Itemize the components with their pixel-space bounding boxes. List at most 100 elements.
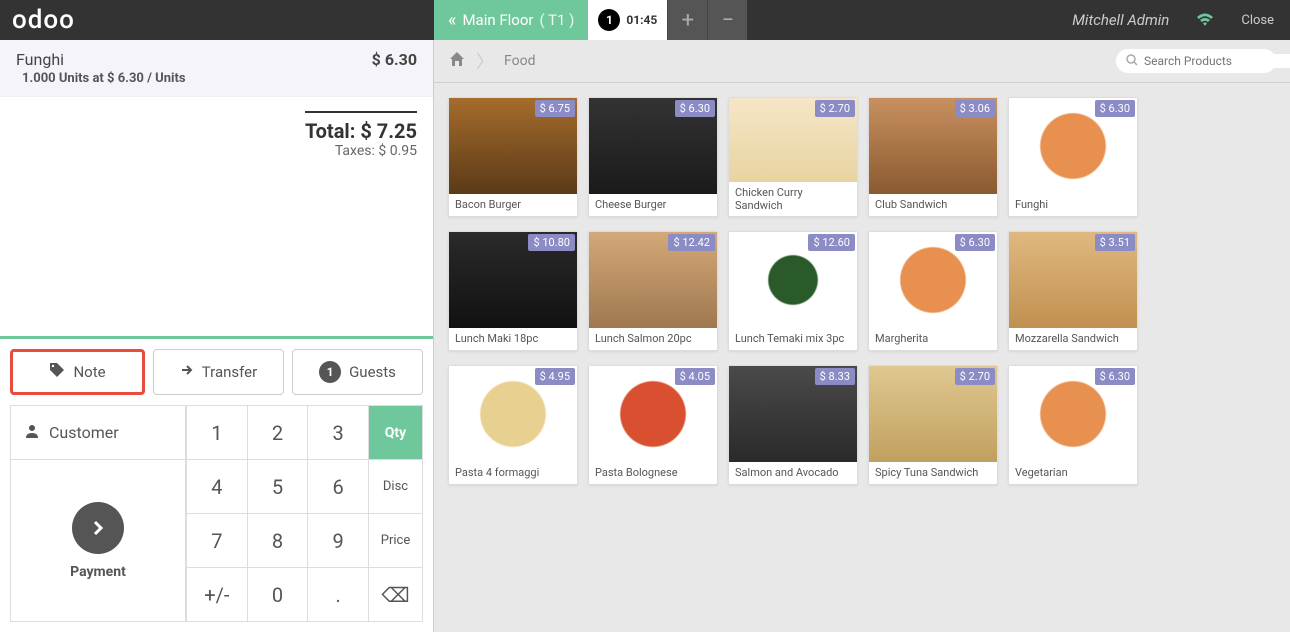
customer-button[interactable]: Customer [11, 406, 185, 460]
numkey-9[interactable]: 9 [308, 514, 369, 568]
breadcrumb-category[interactable]: Food [504, 53, 535, 69]
product-name: Margherita [869, 328, 997, 350]
numkey-5[interactable]: 5 [248, 460, 309, 514]
numkey-6[interactable]: 6 [308, 460, 369, 514]
product-card[interactable]: $ 12.42 Lunch Salmon 20pc [588, 231, 718, 351]
numkey-dot[interactable]: . [308, 568, 369, 622]
product-image: $ 6.30 [1009, 98, 1137, 194]
product-card[interactable]: $ 6.30 Margherita [868, 231, 998, 351]
product-name: Mozzarella Sandwich [1009, 328, 1137, 350]
guests-button[interactable]: 1 Guests [292, 349, 423, 395]
product-name: Pasta 4 formaggi [449, 462, 577, 484]
product-card[interactable]: $ 4.05 Pasta Bolognese [588, 365, 718, 485]
order-item-qty: 1.000 Units at $ 6.30 / Units [16, 71, 417, 86]
remove-order-button[interactable]: − [707, 0, 747, 40]
price-tag: $ 6.30 [955, 234, 995, 251]
order-item-price: $ 6.30 [372, 50, 417, 69]
product-image: $ 3.51 [1009, 232, 1137, 328]
tax-line: Taxes: $ 0.95 [305, 143, 417, 159]
price-tag: $ 4.05 [675, 368, 715, 385]
product-card[interactable]: $ 3.06Club Sandwich [868, 97, 998, 217]
price-tag: $ 8.33 [815, 368, 855, 385]
order-panel: Funghi $ 6.30 1.000 Units at $ 6.30 / Un… [0, 40, 434, 632]
product-card[interactable]: $ 6.30 Funghi [1008, 97, 1138, 217]
price-tag: $ 12.42 [668, 234, 715, 251]
product-name: Salmon and Avocado [729, 462, 857, 484]
product-name: Lunch Salmon 20pc [589, 328, 717, 350]
numkey-backspace[interactable]: ⌫ [369, 568, 423, 622]
note-button[interactable]: Note [10, 349, 145, 395]
product-image: $ 6.75 [449, 98, 577, 194]
home-icon[interactable] [448, 50, 466, 73]
order-spacer [0, 173, 433, 339]
arrow-right-icon [180, 363, 194, 381]
product-card[interactable]: $ 10.80Lunch Maki 18pc [448, 231, 578, 351]
mode-disc[interactable]: Disc [369, 460, 423, 514]
product-card[interactable]: $ 3.51Mozzarella Sandwich [1008, 231, 1138, 351]
chevron-right-icon [72, 502, 124, 554]
guests-count: 1 [319, 361, 341, 383]
transfer-button[interactable]: Transfer [153, 349, 284, 395]
product-card[interactable]: $ 8.33 Salmon and Avocado [728, 365, 858, 485]
numkey-pm[interactable]: +/- [187, 568, 248, 622]
product-name: Club Sandwich [869, 194, 997, 216]
product-card[interactable]: $ 6.30Cheese Burger [588, 97, 718, 217]
mode-price[interactable]: Price [369, 514, 423, 568]
price-tag: $ 6.75 [535, 100, 575, 117]
wifi-icon [1185, 0, 1225, 40]
products-grid: $ 6.75Bacon Burger$ 6.30Cheese Burger$ 2… [434, 83, 1290, 632]
order-totals: Total: $ 7.25 Taxes: $ 0.95 [0, 97, 433, 173]
user-name[interactable]: Mitchell Admin [1056, 0, 1185, 40]
product-name: Spicy Tuna Sandwich [869, 462, 997, 484]
mode-qty[interactable]: Qty [369, 406, 423, 460]
numkey-8[interactable]: 8 [248, 514, 309, 568]
numkey-3[interactable]: 3 [308, 406, 369, 460]
search-input[interactable] [1144, 54, 1290, 68]
search-box[interactable]: ✕ [1116, 49, 1276, 73]
product-name: Pasta Bolognese [589, 462, 717, 484]
order-line[interactable]: Funghi $ 6.30 1.000 Units at $ 6.30 / Un… [0, 40, 433, 97]
payment-button[interactable]: Payment [11, 460, 185, 621]
product-name: Bacon Burger [449, 194, 577, 216]
breadcrumb-sep: 〉 [476, 48, 494, 74]
chevron-left-icon: « [448, 10, 456, 31]
floor-tab[interactable]: « Main Floor ( T1 ) [434, 0, 588, 40]
product-card[interactable]: $ 2.70Spicy Tuna Sandwich [868, 365, 998, 485]
product-card[interactable]: $ 6.75 Bacon Burger [448, 97, 578, 217]
product-name: Cheese Burger [589, 194, 717, 216]
total-line: Total: $ 7.25 [305, 119, 417, 143]
product-image: $ 6.30 [1009, 366, 1137, 462]
price-tag: $ 6.30 [1095, 368, 1135, 385]
product-image: $ 2.70 [869, 366, 997, 462]
numkey-0[interactable]: 0 [248, 568, 309, 622]
product-name: Vegetarian [1009, 462, 1137, 484]
topbar-spacer [118, 0, 434, 40]
numpad: 1 2 3 Qty 4 5 6 Disc 7 8 9 Price +/- 0 .… [186, 405, 423, 622]
product-image: $ 3.06 [869, 98, 997, 194]
product-card[interactable]: $ 6.30 Vegetarian [1008, 365, 1138, 485]
product-panel: 〉 Food ✕ $ 6.75Bacon Burger$ 6.30Cheese … [434, 40, 1290, 632]
price-tag: $ 2.70 [815, 100, 855, 117]
product-name: Funghi [1009, 194, 1137, 216]
product-card[interactable]: $ 12.60Lunch Temaki mix 3pc [728, 231, 858, 351]
product-image: $ 6.30 [589, 98, 717, 194]
close-button[interactable]: Close [1225, 0, 1290, 40]
product-header: 〉 Food ✕ [434, 40, 1290, 83]
order-tab[interactable]: 1 01:45 [588, 0, 667, 40]
add-order-button[interactable]: + [667, 0, 707, 40]
table-label: ( T1 ) [540, 11, 575, 29]
numkey-4[interactable]: 4 [187, 460, 248, 514]
price-tag: $ 6.30 [1095, 100, 1135, 117]
product-card[interactable]: $ 2.70Chicken Curry Sandwich [728, 97, 858, 217]
product-image: $ 4.05 [589, 366, 717, 462]
user-icon [25, 423, 39, 442]
numkey-7[interactable]: 7 [187, 514, 248, 568]
order-number-badge: 1 [598, 9, 620, 31]
price-tag: $ 10.80 [528, 234, 575, 251]
order-time: 01:45 [626, 13, 657, 27]
price-tag: $ 4.95 [535, 368, 575, 385]
product-name: Lunch Temaki mix 3pc [729, 328, 857, 350]
numkey-2[interactable]: 2 [248, 406, 309, 460]
numkey-1[interactable]: 1 [187, 406, 248, 460]
product-card[interactable]: $ 4.95 Pasta 4 formaggi [448, 365, 578, 485]
